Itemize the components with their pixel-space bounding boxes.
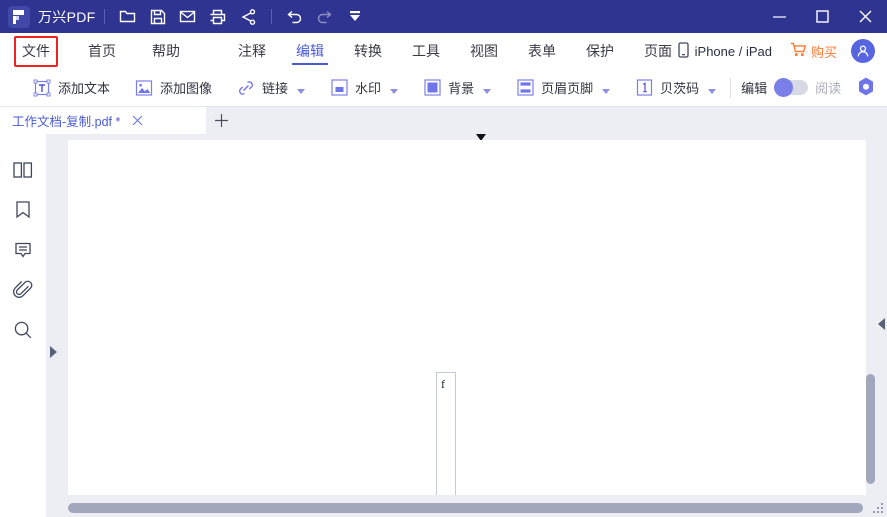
save-icon[interactable] <box>143 4 173 30</box>
resize-grip[interactable] <box>873 503 885 515</box>
app-logo-icon <box>8 5 30 28</box>
watermark-icon <box>329 78 349 98</box>
chevron-down-icon[interactable] <box>390 89 399 94</box>
bookmark-icon[interactable] <box>9 198 37 222</box>
pdf-page[interactable]: f <box>68 140 866 501</box>
new-tab-button[interactable] <box>206 107 236 134</box>
redo-icon[interactable] <box>310 4 340 30</box>
application-window: 万兴PDF 文件 首页 帮助 注释 编辑 转换 工具 视图 表单 保护 页面 i… <box>0 0 887 517</box>
menu-item-help[interactable]: 帮助 <box>146 33 186 69</box>
edit-read-toggle[interactable] <box>774 78 809 97</box>
background-button[interactable]: 背景 <box>418 69 495 107</box>
title-bar: 万兴PDF <box>0 0 887 33</box>
hexagon-settings-icon[interactable] <box>855 76 879 100</box>
menu-item-view[interactable]: 视图 <box>464 33 504 69</box>
minimize-button[interactable] <box>758 0 801 33</box>
document-canvas[interactable]: f <box>46 134 887 517</box>
toggle-knob <box>774 78 794 97</box>
text-edit-box[interactable]: f <box>436 372 456 501</box>
vertical-scrollbar-thumb[interactable] <box>866 374 875 484</box>
chevron-down-icon[interactable] <box>483 89 492 94</box>
edit-toolbar: 添加文本 添加图像 链接 水印 背景 页眉页脚 贝茨码 编辑 阅读 <box>0 69 887 107</box>
chevron-down-icon[interactable] <box>297 89 306 94</box>
header-footer-label: 页眉页脚 <box>541 81 594 96</box>
mode-edit-label[interactable]: 编辑 <box>741 78 767 97</box>
folder-icon[interactable] <box>113 4 143 30</box>
background-icon <box>422 78 442 98</box>
mode-read-label[interactable]: 阅读 <box>815 78 841 97</box>
bates-number-icon <box>634 78 654 98</box>
phone-icon <box>677 41 689 61</box>
chevron-down-filled-icon[interactable] <box>340 4 370 30</box>
add-image-label: 添加图像 <box>160 81 213 96</box>
maximize-button[interactable] <box>801 0 844 33</box>
chevron-down-icon[interactable] <box>602 89 611 94</box>
add-text-button[interactable]: 添加文本 <box>28 69 114 107</box>
add-image-icon <box>134 78 154 98</box>
link-button[interactable]: 链接 <box>232 69 309 107</box>
menu-item-tools[interactable]: 工具 <box>406 33 446 69</box>
divider <box>270 9 272 24</box>
horizontal-scrollbar-thumb[interactable] <box>68 503 863 513</box>
cart-icon <box>790 42 807 60</box>
sidebar-expand-button[interactable] <box>50 346 57 358</box>
background-label: 背景 <box>448 81 475 96</box>
watermark-button[interactable]: 水印 <box>325 69 402 107</box>
menu-item-convert[interactable]: 转换 <box>348 33 388 69</box>
thumbnails-icon[interactable] <box>9 158 37 182</box>
add-image-button[interactable]: 添加图像 <box>130 69 216 107</box>
add-text-icon <box>32 78 52 98</box>
divider <box>103 9 105 24</box>
iphone-ipad-link[interactable]: iPhone / iPad <box>677 41 772 61</box>
text-edit-content: f <box>441 377 445 391</box>
print-icon[interactable] <box>203 4 233 30</box>
panel-collapse-button[interactable] <box>878 318 885 330</box>
buy-label: 购买 <box>810 44 837 60</box>
watermark-label: 水印 <box>355 81 382 96</box>
left-sidebar <box>0 134 46 517</box>
menu-item-page[interactable]: 页面 <box>638 33 678 69</box>
link-icon <box>236 78 256 98</box>
share-icon[interactable] <box>233 4 263 30</box>
menu-item-form[interactable]: 表单 <box>522 33 562 69</box>
menu-bar: 文件 首页 帮助 注释 编辑 转换 工具 视图 表单 保护 页面 iPhone … <box>0 33 887 69</box>
bates-number-button[interactable]: 贝茨码 <box>630 69 720 107</box>
comment-icon[interactable] <box>9 238 37 262</box>
undo-icon[interactable] <box>280 4 310 30</box>
iphone-ipad-label: iPhone / iPad <box>694 43 772 59</box>
buy-button[interactable]: 购买 <box>790 42 837 61</box>
vertical-scrollbar[interactable] <box>865 134 877 493</box>
window-controls <box>758 0 887 33</box>
menu-item-annotate[interactable]: 注释 <box>232 33 272 69</box>
paperclip-icon[interactable] <box>9 278 37 302</box>
close-button[interactable] <box>844 0 887 33</box>
add-text-label: 添加文本 <box>58 81 111 96</box>
app-brand-name: 万兴PDF <box>38 8 96 25</box>
chevron-down-icon[interactable] <box>708 89 717 94</box>
close-icon[interactable] <box>130 114 144 128</box>
search-icon[interactable] <box>9 318 37 342</box>
menu-item-file[interactable]: 文件 <box>14 35 58 67</box>
menu-item-protect[interactable]: 保护 <box>580 33 620 69</box>
avatar[interactable] <box>851 39 875 63</box>
menu-item-edit[interactable]: 编辑 <box>290 33 330 69</box>
document-tab[interactable]: 工作文档-复制.pdf * <box>0 107 206 134</box>
document-tab-title: 工作文档-复制.pdf * <box>12 115 121 129</box>
divider <box>730 77 732 98</box>
link-label: 链接 <box>262 81 289 96</box>
header-footer-button[interactable]: 页眉页脚 <box>511 69 614 107</box>
menu-bar-right: iPhone / iPad 购买 <box>677 33 887 69</box>
menu-item-home[interactable]: 首页 <box>82 33 122 69</box>
document-tab-strip: 工作文档-复制.pdf * <box>0 107 887 134</box>
bates-number-label: 贝茨码 <box>660 81 700 96</box>
header-footer-icon <box>515 78 535 98</box>
mail-icon[interactable] <box>173 4 203 30</box>
